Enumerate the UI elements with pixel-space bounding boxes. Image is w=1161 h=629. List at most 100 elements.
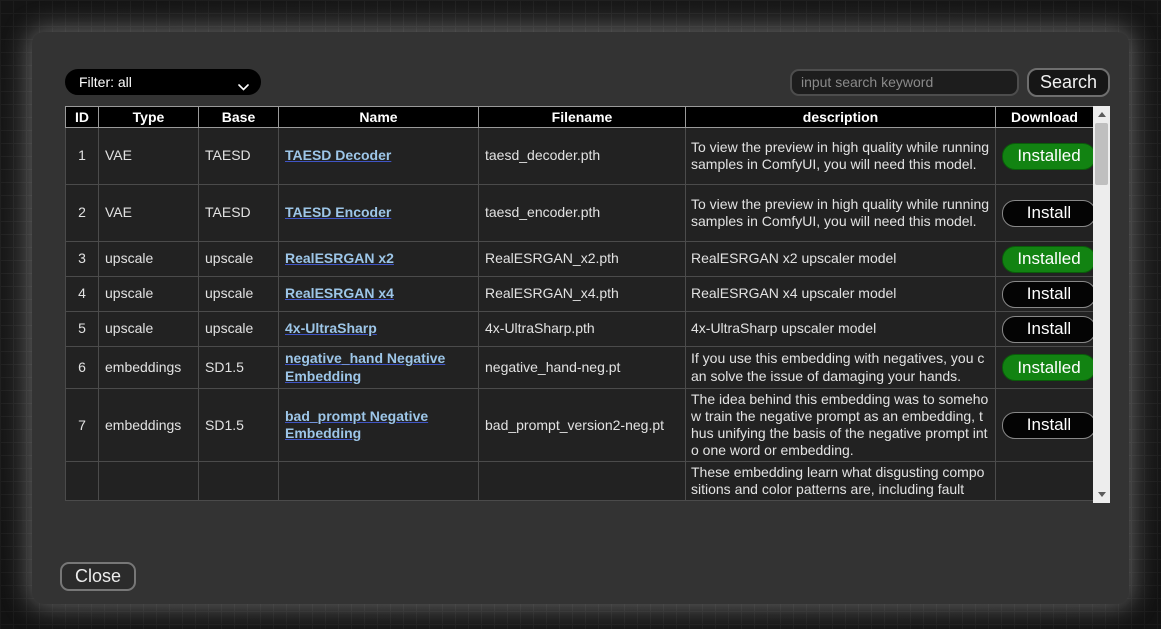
cell-description: These embedding learn what disgusting co… [686, 462, 996, 501]
header-name: Name [279, 107, 479, 128]
cell-name: RealESRGAN x2 [279, 242, 479, 277]
search-input[interactable] [790, 69, 1019, 96]
cell-name: RealESRGAN x4 [279, 277, 479, 312]
cell-base: TAESD [199, 185, 279, 242]
cell-download [996, 462, 1094, 501]
cell-id: 3 [66, 242, 99, 277]
cell-name: bad_prompt Negative Embedding [279, 389, 479, 462]
cell-type: VAE [99, 185, 199, 242]
cell-download: Installed [996, 242, 1094, 277]
cell-id: 1 [66, 128, 99, 185]
cell-base: TAESD [199, 128, 279, 185]
cell-type [99, 462, 199, 501]
model-name-link[interactable]: RealESRGAN x4 [285, 285, 394, 301]
cell-base: upscale [199, 312, 279, 347]
cell-description: To view the preview in high quality whil… [686, 185, 996, 242]
cell-name: TAESD Encoder [279, 185, 479, 242]
cell-name: TAESD Decoder [279, 128, 479, 185]
cell-filename: 4x-UltraSharp.pth [479, 312, 686, 347]
model-name-link[interactable]: TAESD Decoder [285, 147, 391, 163]
installed-button[interactable]: Installed [1002, 143, 1093, 170]
cell-name: negative_hand Negative Embedding [279, 347, 479, 389]
header-type: Type [99, 107, 199, 128]
table-row: 2 VAE TAESD TAESD Encoder taesd_encoder.… [66, 185, 1094, 242]
header-base: Base [199, 107, 279, 128]
table-row: 3 upscale upscale RealESRGAN x2 RealESRG… [66, 242, 1094, 277]
table-row: 4 upscale upscale RealESRGAN x4 RealESRG… [66, 277, 1094, 312]
installed-button[interactable]: Installed [1002, 354, 1093, 381]
cell-type: upscale [99, 242, 199, 277]
cell-base [199, 462, 279, 501]
cell-id: 4 [66, 277, 99, 312]
model-table-body: 1 VAE TAESD TAESD Decoder taesd_decoder.… [66, 128, 1094, 501]
table-scrollbar[interactable] [1093, 106, 1110, 503]
cell-id: 7 [66, 389, 99, 462]
cell-description: 4x-UltraSharp upscaler model [686, 312, 996, 347]
cell-type: embeddings [99, 347, 199, 389]
cell-download: Install [996, 312, 1094, 347]
model-manager-dialog: Filter: all Search ID Type [32, 32, 1129, 604]
header-download: Download [996, 107, 1094, 128]
install-button[interactable]: Install [1002, 200, 1093, 227]
filter-select-wrap: Filter: all [65, 69, 261, 95]
cell-description: To view the preview in high quality whil… [686, 128, 996, 185]
model-name-link[interactable]: bad_prompt Negative Embedding [285, 408, 428, 441]
scrollbar-thumb[interactable] [1095, 123, 1108, 185]
model-name-link[interactable]: RealESRGAN x2 [285, 250, 394, 266]
cell-download: Install [996, 277, 1094, 312]
model-name-link[interactable]: 4x-UltraSharp [285, 320, 377, 336]
search-button[interactable]: Search [1027, 68, 1110, 97]
cell-download: Installed [996, 128, 1094, 185]
cell-filename: RealESRGAN_x4.pth [479, 277, 686, 312]
cell-description: RealESRGAN x2 upscaler model [686, 242, 996, 277]
cell-description: If you use this embedding with negatives… [686, 347, 996, 389]
model-name-link[interactable]: TAESD Encoder [285, 204, 391, 220]
cell-download: Install [996, 389, 1094, 462]
model-table: ID Type Base Name Filename description D… [65, 106, 1093, 501]
cell-filename: RealESRGAN_x2.pth [479, 242, 686, 277]
cell-type: embeddings [99, 389, 199, 462]
table-row: 5 upscale upscale 4x-UltraSharp 4x-Ultra… [66, 312, 1094, 347]
cell-base: SD1.5 [199, 389, 279, 462]
header-id: ID [66, 107, 99, 128]
cell-id: 5 [66, 312, 99, 347]
cell-id: 2 [66, 185, 99, 242]
filter-select[interactable]: Filter: all [65, 69, 261, 95]
cell-download: Install [996, 185, 1094, 242]
cell-id: 6 [66, 347, 99, 389]
table-row: These embedding learn what disgusting co… [66, 462, 1094, 501]
table-header: ID Type Base Name Filename description D… [66, 107, 1094, 128]
install-button[interactable]: Install [1002, 412, 1093, 439]
cell-filename: negative_hand-neg.pt [479, 347, 686, 389]
cell-filename: taesd_decoder.pth [479, 128, 686, 185]
cell-base: SD1.5 [199, 347, 279, 389]
model-name-link[interactable]: negative_hand Negative Embedding [285, 350, 445, 383]
header-filename: Filename [479, 107, 686, 128]
table-row: 6 embeddings SD1.5 negative_hand Negativ… [66, 347, 1094, 389]
cell-download: Installed [996, 347, 1094, 389]
cell-name [279, 462, 479, 501]
table-row: 7 embeddings SD1.5 bad_prompt Negative E… [66, 389, 1094, 462]
table-viewport: ID Type Base Name Filename description D… [65, 106, 1093, 503]
cell-description: The idea behind this embedding was to so… [686, 389, 996, 462]
cell-filename: taesd_encoder.pth [479, 185, 686, 242]
search-group: Search [790, 68, 1110, 97]
header-description: description [686, 107, 996, 128]
scrollbar-down-arrow-icon[interactable] [1093, 487, 1110, 502]
cell-type: VAE [99, 128, 199, 185]
cell-base: upscale [199, 277, 279, 312]
cell-type: upscale [99, 312, 199, 347]
cell-type: upscale [99, 277, 199, 312]
close-button[interactable]: Close [60, 562, 136, 591]
table-area: ID Type Base Name Filename description D… [65, 106, 1110, 503]
table-row: 1 VAE TAESD TAESD Decoder taesd_decoder.… [66, 128, 1094, 185]
scrollbar-up-arrow-icon[interactable] [1093, 107, 1110, 122]
cell-id [66, 462, 99, 501]
install-button[interactable]: Install [1002, 281, 1093, 308]
installed-button[interactable]: Installed [1002, 246, 1093, 273]
install-button[interactable]: Install [1002, 316, 1093, 343]
cell-filename: bad_prompt_version2-neg.pt [479, 389, 686, 462]
toolbar: Filter: all Search [65, 68, 1110, 96]
cell-name: 4x-UltraSharp [279, 312, 479, 347]
cell-base: upscale [199, 242, 279, 277]
